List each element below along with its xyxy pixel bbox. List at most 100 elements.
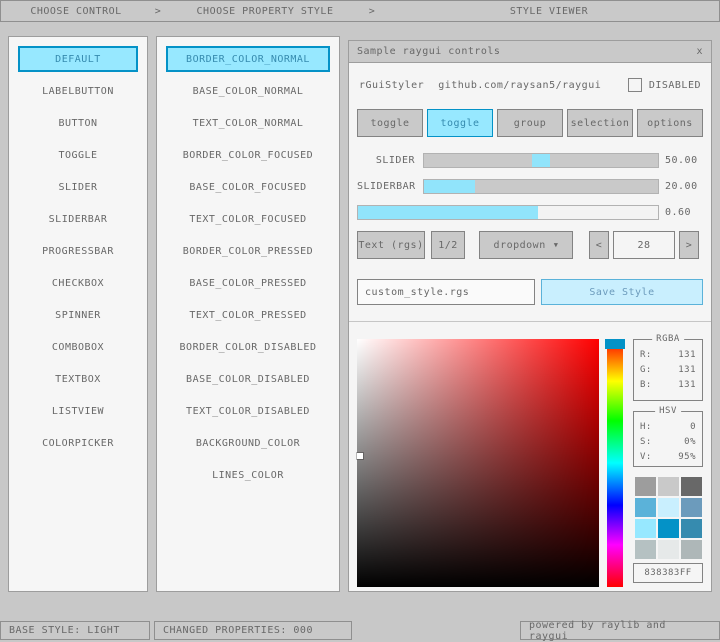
toggle-button-2[interactable]: toggle (427, 109, 493, 137)
hsv-row-v: V: 95% (640, 450, 696, 465)
control-item-toggle[interactable]: TOGGLE (18, 142, 138, 168)
control-item-slider[interactable]: SLIDER (18, 174, 138, 200)
property-item[interactable]: BORDER_COLOR_NORMAL (166, 46, 330, 72)
color-cursor[interactable] (357, 453, 363, 459)
sliderbar-track[interactable] (423, 179, 659, 194)
s-label: S: (640, 435, 652, 450)
swatch[interactable] (658, 498, 679, 517)
swatch[interactable] (635, 477, 656, 496)
swatch[interactable] (681, 540, 702, 559)
hsv-row-s: S: 0% (640, 435, 696, 450)
property-item[interactable]: BACKGROUND_COLOR (166, 430, 330, 456)
swatch[interactable] (635, 519, 656, 538)
sliderbar-row: SLIDERBAR 20.00 (357, 179, 703, 194)
control-item-spinner[interactable]: SPINNER (18, 302, 138, 328)
control-item-listview[interactable]: LISTVIEW (18, 398, 138, 424)
toggle-button-group[interactable]: group (497, 109, 563, 137)
b-value: 131 (678, 378, 696, 393)
dropdown-select[interactable]: dropdown ▼ (479, 231, 573, 259)
rgba-title: RGBA (652, 334, 684, 344)
hue-bar[interactable] (607, 339, 623, 587)
swatch[interactable] (635, 540, 656, 559)
hue-marker[interactable] (605, 339, 625, 349)
statusbar: BASE STYLE: LIGHT CHANGED PROPERTIES: 00… (0, 621, 720, 640)
property-item[interactable]: BASE_COLOR_PRESSED (166, 270, 330, 296)
g-value: 131 (678, 363, 696, 378)
color-saturation-value-panel[interactable] (357, 339, 599, 587)
spinner-increment-button[interactable]: > (679, 231, 699, 259)
meta-row: rGuiStyler github.com/raysan5/raygui DIS… (359, 77, 701, 93)
progressbar-track (357, 205, 659, 220)
sliderbar-value: 20.00 (659, 181, 703, 192)
swatch[interactable] (635, 498, 656, 517)
property-item[interactable]: BASE_COLOR_NORMAL (166, 78, 330, 104)
sliderbar-label: SLIDERBAR (357, 181, 423, 192)
swatch[interactable] (681, 477, 702, 496)
swatch[interactable] (681, 498, 702, 517)
control-item-combobox[interactable]: COMBOBOX (18, 334, 138, 360)
toggle-button-options[interactable]: options (637, 109, 703, 137)
sliderbar-fill (424, 180, 475, 193)
property-item[interactable]: TEXT_COLOR_NORMAL (166, 110, 330, 136)
control-item-textbox[interactable]: TEXTBOX (18, 366, 138, 392)
breadcrumb-choose-property-style: CHOOSE PROPERTY STYLE (165, 6, 365, 17)
control-item-default[interactable]: DEFAULT (18, 46, 138, 72)
control-item-button[interactable]: BUTTON (18, 110, 138, 136)
property-item[interactable]: BORDER_COLOR_PRESSED (166, 238, 330, 264)
swatch[interactable] (658, 519, 679, 538)
b-label: B: (640, 378, 652, 393)
property-item[interactable]: LINES_COLOR (166, 462, 330, 488)
hex-color-value-box[interactable]: 838383FF (633, 563, 703, 583)
hsv-title: HSV (655, 406, 681, 416)
property-item[interactable]: TEXT_COLOR_FOCUSED (166, 206, 330, 232)
property-item[interactable]: TEXT_COLOR_PRESSED (166, 302, 330, 328)
spinner-decrement-button[interactable]: < (589, 231, 609, 259)
slider-track[interactable] (423, 153, 659, 168)
brand-label: rGuiStyler (359, 80, 424, 91)
swatch[interactable] (658, 540, 679, 559)
property-item[interactable]: BORDER_COLOR_DISABLED (166, 334, 330, 360)
repo-label: github.com/raysan5/raygui (438, 80, 601, 91)
swatch[interactable] (658, 477, 679, 496)
style-viewer-window: Sample raygui controls x rGuiStyler gith… (348, 40, 712, 592)
toggle-button-1[interactable]: toggle (357, 109, 423, 137)
r-value: 131 (678, 348, 696, 363)
r-label: R: (640, 348, 652, 363)
property-item[interactable]: BORDER_COLOR_FOCUSED (166, 142, 330, 168)
rgba-row-g: G: 131 (640, 363, 696, 378)
properties-list: BORDER_COLOR_NORMAL BASE_COLOR_NORMAL TE… (156, 36, 340, 592)
close-icon[interactable]: x (696, 46, 703, 57)
control-item-labelbutton[interactable]: LABELBUTTON (18, 78, 138, 104)
slider-handle[interactable] (532, 154, 550, 167)
property-item[interactable]: BASE_COLOR_FOCUSED (166, 174, 330, 200)
controls-list: DEFAULT LABELBUTTON BUTTON TOGGLE SLIDER… (8, 36, 148, 592)
toggle-button-selection[interactable]: selection (567, 109, 633, 137)
half-toggle-button[interactable]: 1/2 (431, 231, 465, 259)
property-item[interactable]: BASE_COLOR_DISABLED (166, 366, 330, 392)
text-rgs-button[interactable]: Text (rgs) (357, 231, 425, 259)
spinner-value-box[interactable]: 28 (613, 231, 675, 259)
slider-row: SLIDER 50.00 (357, 153, 703, 168)
status-base-style: BASE STYLE: LIGHT (0, 621, 150, 640)
h-value: 0 (690, 420, 696, 435)
v-label: V: (640, 450, 652, 465)
hsv-row-h: H: 0 (640, 420, 696, 435)
disabled-checkbox[interactable] (628, 78, 642, 92)
control-item-sliderbar[interactable]: SLIDERBAR (18, 206, 138, 232)
chevron-right-icon: > (365, 6, 379, 17)
control-item-colorpicker[interactable]: COLORPICKER (18, 430, 138, 456)
style-filename-input[interactable] (357, 279, 535, 305)
control-item-progressbar[interactable]: PROGRESSBAR (18, 238, 138, 264)
toggle-group: toggle toggle group selection options (357, 109, 703, 137)
breadcrumb-choose-control: CHOOSE CONTROL (1, 6, 151, 17)
progressbar-fill (358, 206, 538, 219)
property-item[interactable]: TEXT_COLOR_DISABLED (166, 398, 330, 424)
control-item-checkbox[interactable]: CHECKBOX (18, 270, 138, 296)
breadcrumb-style-viewer: STYLE VIEWER (379, 6, 719, 17)
progressbar-row: 0.60 (357, 205, 703, 220)
rgba-row-r: R: 131 (640, 348, 696, 363)
save-style-button[interactable]: Save Style (541, 279, 703, 305)
swatch[interactable] (681, 519, 702, 538)
status-changed-properties: CHANGED PROPERTIES: 000 (154, 621, 352, 640)
chevron-right-icon: > (151, 6, 165, 17)
